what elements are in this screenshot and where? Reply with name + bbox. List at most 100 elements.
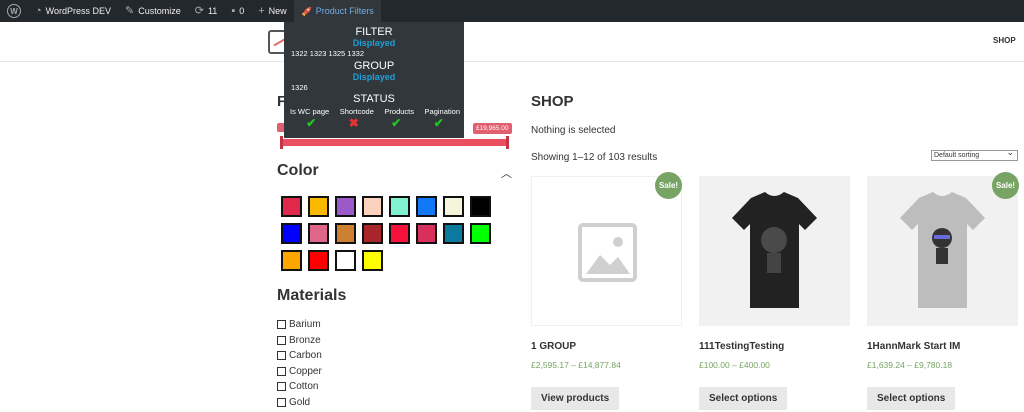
material-label: Bronze	[289, 334, 321, 346]
color-swatch[interactable]	[281, 196, 302, 217]
material-option[interactable]: Cotton	[277, 381, 318, 392]
placeholder-icon	[578, 223, 637, 282]
page-title: SHOP	[531, 93, 574, 110]
status-columns: Is WC page Shortcode Products Pagination	[290, 107, 460, 116]
material-label: Gold	[289, 397, 311, 408]
color-swatch[interactable]	[335, 196, 356, 217]
wordpress-icon: W	[7, 4, 21, 18]
plus-icon: +	[258, 4, 265, 17]
status-heading: STATUS	[353, 93, 395, 105]
updates-icon: ⟳	[194, 4, 204, 17]
checkbox[interactable]	[277, 382, 286, 392]
filter-heading: FILTER	[355, 26, 393, 38]
price-max-tooltip: £19,965.00	[473, 123, 512, 134]
updates-link[interactable]: ⟳ 11	[188, 0, 225, 22]
color-swatch[interactable]	[443, 196, 464, 217]
material-option[interactable]: Copper	[277, 366, 322, 377]
color-swatch[interactable]	[416, 196, 437, 217]
product-name[interactable]: 1HannMark Start IM	[867, 341, 960, 352]
product-filters-debug-panel: FILTER Displayed 1322 1323 1325 1332 GRO…	[284, 22, 464, 138]
color-swatch[interactable]	[443, 223, 464, 244]
product-price: £2,595.17 – £14,877.84	[531, 360, 621, 370]
status-col-wc-page: Is WC page	[290, 107, 330, 116]
color-swatch[interactable]	[362, 223, 383, 244]
color-swatch[interactable]	[362, 196, 383, 217]
sale-badge: Sale!	[992, 172, 1019, 199]
color-swatch[interactable]	[362, 250, 383, 271]
color-swatch[interactable]	[308, 223, 329, 244]
filter-state: Displayed	[352, 38, 396, 48]
material-label: Copper	[289, 365, 322, 377]
product-price: £1,639.24 – £9,780.18	[867, 360, 953, 370]
view-products-button[interactable]: View products	[531, 387, 620, 410]
color-swatch[interactable]	[308, 196, 329, 217]
check-icon: ✔	[306, 116, 317, 130]
filter-ids: 1322 1323 1325 1332	[291, 49, 364, 58]
group-state: Displayed	[352, 72, 396, 82]
status-col-shortcode: Shortcode	[339, 107, 374, 116]
select-options-button[interactable]: Select options	[699, 387, 788, 410]
comment-icon: ▪	[231, 4, 236, 17]
materials-filter-title: Materials	[277, 287, 347, 304]
material-option[interactable]: Gold	[277, 397, 310, 408]
material-option[interactable]: Barium	[277, 319, 321, 330]
sale-badge: Sale!	[655, 172, 682, 199]
admin-bar: W ◔ WordPress DEV ✎ Customize ⟳ 11 ▪ 0 +…	[0, 0, 1024, 22]
product-filters-label: Product Filters	[315, 6, 374, 16]
color-swatch[interactable]	[335, 250, 356, 271]
color-swatch[interactable]	[281, 250, 302, 271]
material-label: Barium	[289, 319, 321, 330]
color-swatch[interactable]	[470, 196, 491, 217]
price-range-min-handle[interactable]	[280, 136, 283, 149]
checkbox[interactable]	[277, 398, 286, 407]
material-label: Cotton	[289, 381, 319, 393]
comments-link[interactable]: ▪ 0	[224, 0, 251, 22]
product-image-grey-tshirt[interactable]	[867, 176, 1018, 326]
chevron-up-icon[interactable]: ︿	[501, 165, 512, 181]
color-swatch[interactable]	[389, 223, 410, 244]
sorting-select[interactable]: Default sorting	[931, 148, 1018, 161]
site-header	[0, 22, 1024, 62]
result-count: Showing 1–12 of 103 results	[531, 152, 658, 163]
color-swatch[interactable]	[470, 223, 491, 244]
color-swatch[interactable]	[308, 250, 329, 271]
product-image-black-tshirt[interactable]	[699, 176, 850, 326]
brush-icon: ✎	[125, 4, 135, 17]
checkbox[interactable]	[277, 320, 286, 329]
group-ids: 1326	[291, 83, 308, 92]
check-icon: ✔	[433, 116, 444, 130]
color-swatch[interactable]	[281, 223, 302, 244]
check-icon: ✔	[391, 116, 402, 130]
select-options-button[interactable]: Select options	[867, 387, 956, 410]
product-image-placeholder[interactable]	[531, 176, 682, 326]
wp-logo-menu[interactable]: W	[0, 0, 28, 22]
color-swatch[interactable]	[389, 196, 410, 217]
status-col-pagination: Pagination	[424, 107, 460, 116]
material-option[interactable]: Bronze	[277, 335, 321, 346]
cross-icon: ✖	[348, 116, 359, 130]
site-name: WordPress DEV	[45, 6, 112, 16]
product-name[interactable]: 111TestingTesting	[699, 341, 784, 352]
material-option[interactable]: Carbon	[277, 350, 322, 361]
color-filter-title: Color	[277, 162, 319, 179]
product-name[interactable]: 1 GROUP	[531, 341, 576, 352]
status-marks: ✔ ✖ ✔ ✔	[290, 116, 460, 130]
nav-shop-link[interactable]: SHOP	[993, 36, 1016, 45]
checkbox[interactable]	[277, 335, 286, 345]
customize-label: Customize	[138, 6, 181, 16]
nothing-selected-text: Nothing is selected	[531, 125, 616, 136]
color-swatch[interactable]	[335, 223, 356, 244]
product-price: £100.00 – £400.00	[699, 360, 770, 370]
color-swatch[interactable]	[416, 223, 437, 244]
customize-link[interactable]: ✎ Customize	[118, 0, 188, 22]
site-name-menu[interactable]: ◔ WordPress DEV	[28, 0, 118, 22]
rocket-icon	[301, 6, 311, 16]
checkbox[interactable]	[277, 366, 286, 376]
material-label: Carbon	[289, 350, 322, 362]
new-content-menu[interactable]: + New	[251, 0, 293, 22]
price-range-max-handle[interactable]	[506, 136, 509, 149]
checkbox[interactable]	[277, 351, 286, 361]
price-range-fill	[282, 139, 507, 146]
product-filters-menu[interactable]: Product Filters	[293, 0, 381, 22]
updates-count: 11	[207, 6, 218, 16]
